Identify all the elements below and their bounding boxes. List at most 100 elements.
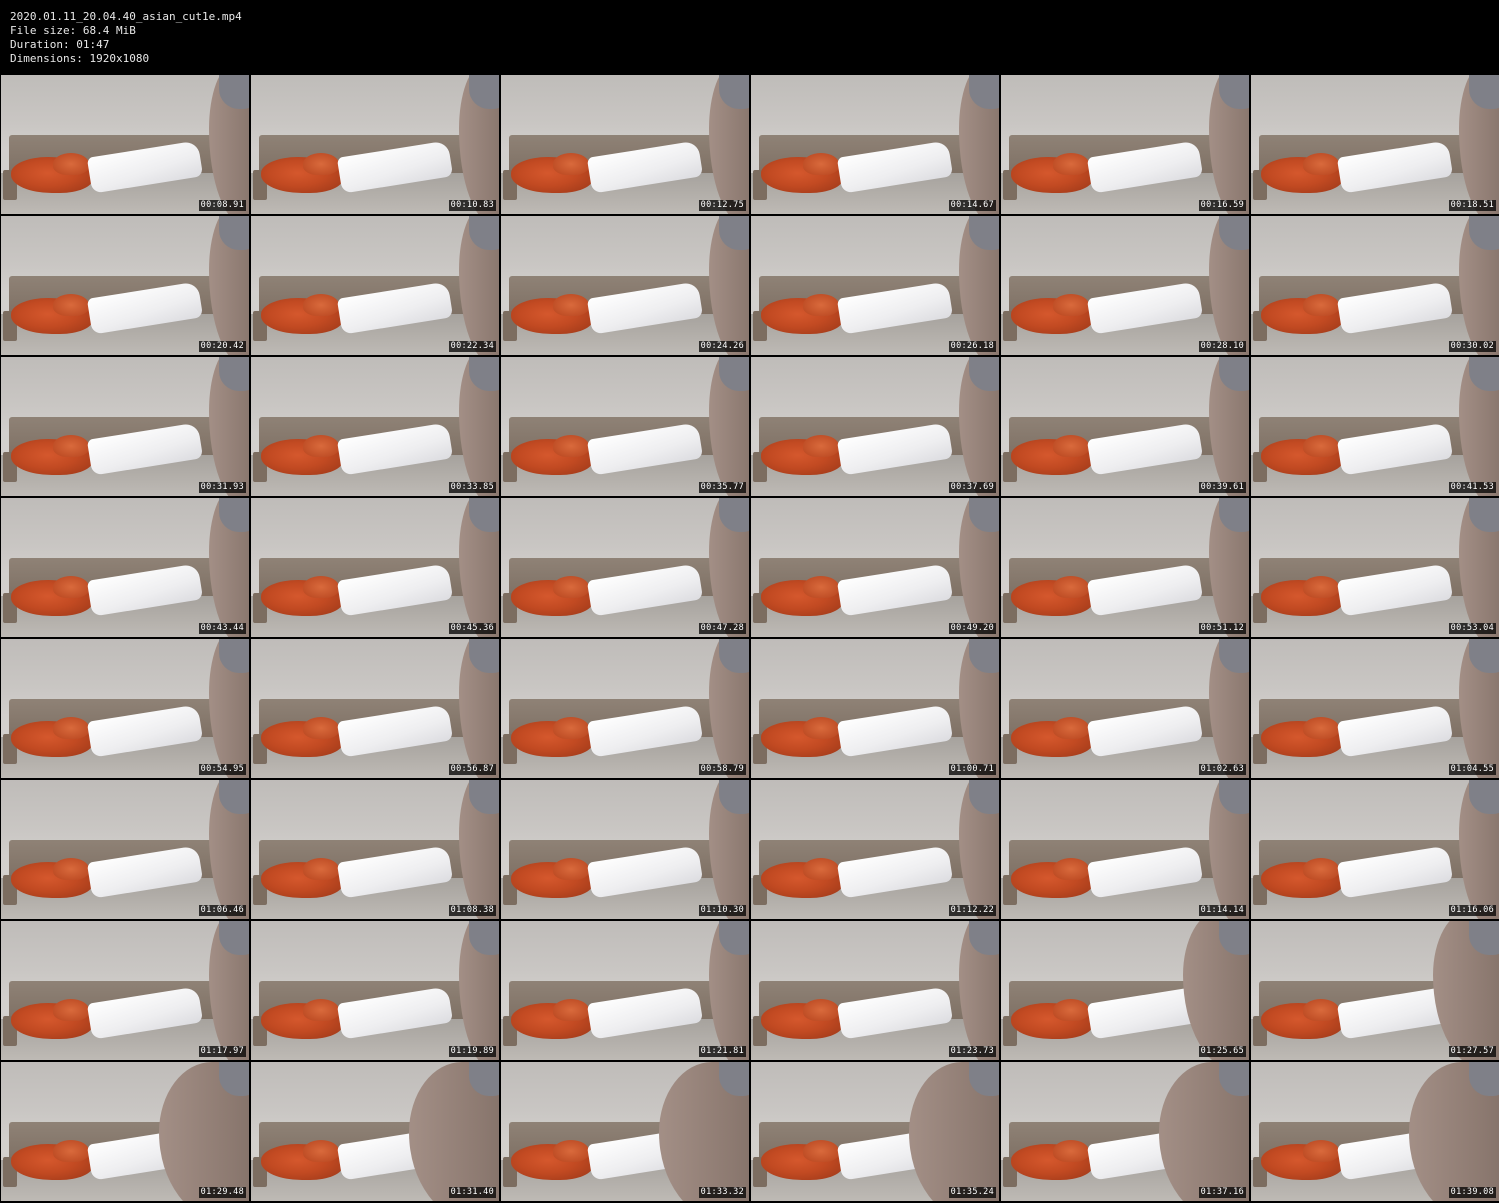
thumbnail-frame[interactable]: 01:21.81 — [501, 921, 749, 1060]
thumbnail-frame[interactable]: 00:16.59 — [1001, 75, 1249, 214]
orange-cloth-fold — [303, 717, 339, 739]
thumbnail-frame[interactable]: 00:33.85 — [251, 357, 499, 496]
orange-cloth-fold — [53, 153, 89, 175]
timestamp-label: 01:16.06 — [1448, 905, 1496, 916]
timestamp-label: 00:54.95 — [198, 764, 246, 775]
timestamp-label: 01:10.30 — [698, 905, 746, 916]
timestamp-label: 00:16.59 — [1198, 200, 1246, 211]
thumbnail-frame[interactable]: 01:29.48 — [1, 1062, 249, 1201]
timestamp-label: 00:39.61 — [1198, 482, 1246, 493]
orange-cloth-fold — [53, 858, 89, 880]
thumbnail-frame[interactable]: 01:39.08 — [1251, 1062, 1499, 1201]
orange-cloth-fold — [53, 294, 89, 316]
file-name: 2020.01.11_20.04.40_asian_cut1e.mp4 — [10, 10, 242, 23]
timestamp-label: 00:58.79 — [698, 764, 746, 775]
orange-cloth-fold — [303, 999, 339, 1021]
thumbnail-frame[interactable]: 01:37.16 — [1001, 1062, 1249, 1201]
thumbnail-frame[interactable]: 01:16.06 — [1251, 780, 1499, 919]
thumbnail-frame[interactable]: 00:28.10 — [1001, 216, 1249, 355]
thumbnail-frame[interactable]: 00:51.12 — [1001, 498, 1249, 637]
thumbnail-frame[interactable]: 01:23.73 — [751, 921, 999, 1060]
timestamp-label: 01:17.97 — [198, 1046, 246, 1057]
orange-cloth-fold — [803, 1140, 839, 1162]
thumbnail-frame[interactable]: 01:19.89 — [251, 921, 499, 1060]
thumbnail-frame[interactable]: 01:04.55 — [1251, 639, 1499, 778]
thumbnail-frame[interactable]: 00:56.87 — [251, 639, 499, 778]
thumbnail-frame[interactable]: 00:18.51 — [1251, 75, 1499, 214]
thumbnail-frame[interactable]: 01:06.46 — [1, 780, 249, 919]
thumbnail-frame[interactable]: 00:58.79 — [501, 639, 749, 778]
orange-cloth-fold — [553, 435, 589, 457]
thumbnail-frame[interactable]: 00:37.69 — [751, 357, 999, 496]
thumbnail-frame[interactable]: 00:31.93 — [1, 357, 249, 496]
orange-cloth-fold — [1053, 1140, 1089, 1162]
orange-cloth-fold — [303, 1140, 339, 1162]
orange-cloth-fold — [1303, 153, 1339, 175]
orange-cloth-fold — [1053, 576, 1089, 598]
thumbnail-frame[interactable]: 00:53.04 — [1251, 498, 1499, 637]
timestamp-label: 00:33.85 — [448, 482, 496, 493]
timestamp-label: 00:41.53 — [1448, 482, 1496, 493]
orange-cloth-fold — [1303, 1140, 1339, 1162]
thumbnail-frame[interactable]: 00:24.26 — [501, 216, 749, 355]
orange-cloth-fold — [1303, 858, 1339, 880]
thumbnail-frame[interactable]: 01:25.65 — [1001, 921, 1249, 1060]
thumbnail-frame[interactable]: 00:35.77 — [501, 357, 749, 496]
thumbnail-frame[interactable]: 01:17.97 — [1, 921, 249, 1060]
thumbnail-frame[interactable]: 00:30.02 — [1251, 216, 1499, 355]
file-size: File size: 68.4 MiB — [10, 24, 136, 37]
orange-cloth-fold — [303, 153, 339, 175]
timestamp-label: 01:04.55 — [1448, 764, 1496, 775]
thumbnail-frame[interactable]: 01:31.40 — [251, 1062, 499, 1201]
timestamp-label: 01:08.38 — [448, 905, 496, 916]
thumbnail-frame[interactable]: 00:43.44 — [1, 498, 249, 637]
thumbnail-frame[interactable]: 01:08.38 — [251, 780, 499, 919]
thumbnail-frame[interactable]: 00:14.67 — [751, 75, 999, 214]
orange-cloth-fold — [1053, 435, 1089, 457]
orange-cloth-fold — [1053, 294, 1089, 316]
thumbnail-frame[interactable]: 01:12.22 — [751, 780, 999, 919]
timestamp-label: 01:19.89 — [448, 1046, 496, 1057]
orange-cloth-fold — [1303, 576, 1339, 598]
timestamp-label: 01:27.57 — [1448, 1046, 1496, 1057]
orange-cloth-fold — [803, 294, 839, 316]
thumbnail-frame[interactable]: 00:20.42 — [1, 216, 249, 355]
thumbnail-frame[interactable]: 01:10.30 — [501, 780, 749, 919]
timestamp-label: 00:14.67 — [948, 200, 996, 211]
orange-cloth-fold — [553, 153, 589, 175]
timestamp-label: 00:53.04 — [1448, 623, 1496, 634]
thumbnail-frame[interactable]: 00:22.34 — [251, 216, 499, 355]
thumbnail-frame[interactable]: 01:14.14 — [1001, 780, 1249, 919]
thumbnail-frame[interactable]: 00:39.61 — [1001, 357, 1249, 496]
orange-cloth-fold — [53, 717, 89, 739]
orange-cloth-fold — [553, 1140, 589, 1162]
timestamp-label: 00:43.44 — [198, 623, 246, 634]
timestamp-label: 00:35.77 — [698, 482, 746, 493]
timestamp-label: 01:00.71 — [948, 764, 996, 775]
timestamp-label: 00:45.36 — [448, 623, 496, 634]
orange-cloth-fold — [303, 294, 339, 316]
dimensions: Dimensions: 1920x1080 — [10, 52, 150, 65]
thumbnail-frame[interactable]: 00:10.83 — [251, 75, 499, 214]
thumbnail-frame[interactable]: 00:49.20 — [751, 498, 999, 637]
thumbnail-frame[interactable]: 00:47.28 — [501, 498, 749, 637]
orange-cloth-fold — [1053, 717, 1089, 739]
thumbnail-frame[interactable]: 01:02.63 — [1001, 639, 1249, 778]
orange-cloth-fold — [303, 858, 339, 880]
orange-cloth-fold — [1303, 435, 1339, 457]
orange-cloth-fold — [553, 576, 589, 598]
thumbnail-frame[interactable]: 00:45.36 — [251, 498, 499, 637]
thumbnail-frame[interactable]: 00:26.18 — [751, 216, 999, 355]
thumbnail-frame[interactable]: 00:41.53 — [1251, 357, 1499, 496]
thumbnail-frame[interactable]: 00:54.95 — [1, 639, 249, 778]
timestamp-label: 00:08.91 — [198, 200, 246, 211]
timestamp-label: 00:56.87 — [448, 764, 496, 775]
thumbnail-frame[interactable]: 00:12.75 — [501, 75, 749, 214]
thumbnail-frame[interactable]: 01:00.71 — [751, 639, 999, 778]
thumbnail-frame[interactable]: 01:35.24 — [751, 1062, 999, 1201]
timestamp-label: 01:02.63 — [1198, 764, 1246, 775]
thumbnail-frame[interactable]: 01:33.32 — [501, 1062, 749, 1201]
thumbnail-frame[interactable]: 00:08.91 — [1, 75, 249, 214]
orange-cloth-fold — [53, 576, 89, 598]
thumbnail-frame[interactable]: 01:27.57 — [1251, 921, 1499, 1060]
